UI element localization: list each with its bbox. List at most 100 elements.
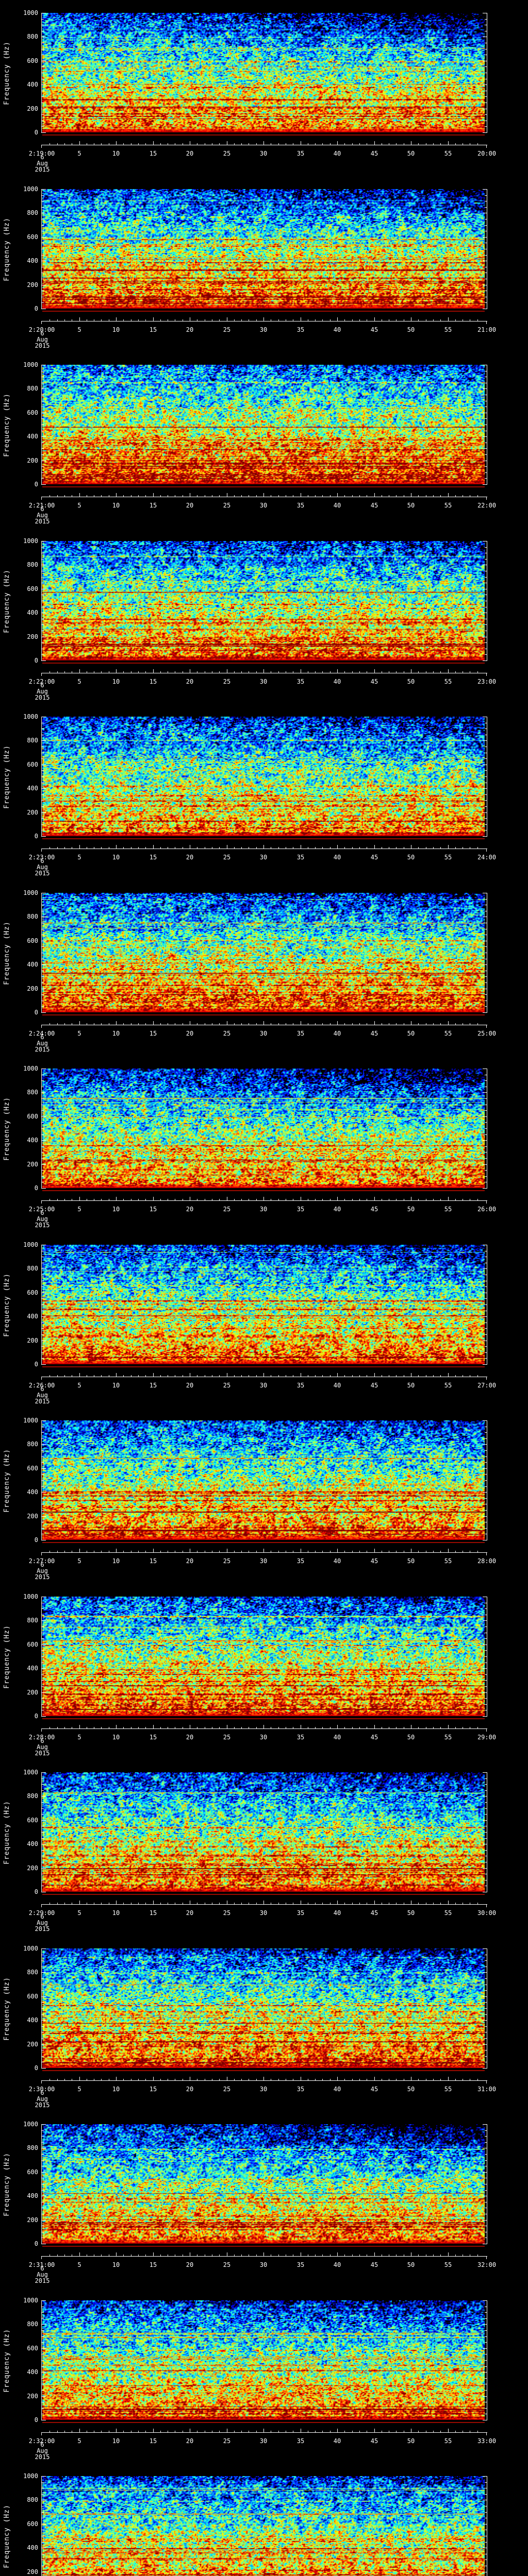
date-label-year: 2015 (35, 2453, 50, 2461)
x-axis-tick (145, 2255, 146, 2256)
x-axis-end-time-label: 21:00 (477, 326, 497, 333)
x-axis-tick-label: 40 (333, 502, 341, 509)
x-axis-tick-label: 55 (444, 1557, 452, 1565)
x-axis-tick (433, 319, 434, 321)
y-axis-tick (42, 132, 46, 133)
y-axis-tick-label: 600 (27, 57, 38, 64)
x-axis-tick-label: 35 (296, 1382, 305, 1389)
x-axis-tick (330, 319, 331, 321)
y-axis-tick-label: 400 (27, 81, 38, 88)
zero-hz-underline (42, 1718, 485, 1719)
x-axis-tick (116, 493, 117, 497)
x-axis-tick (79, 1197, 80, 1200)
x-axis-tick-label: 25 (223, 2086, 231, 2093)
y-axis-tick (483, 1820, 487, 1821)
x-axis-tick (278, 671, 279, 673)
spectrogram-image (42, 893, 485, 1012)
zero-hz-underline (42, 838, 485, 839)
y-axis-tick (485, 1080, 487, 1081)
y-axis-tick (42, 1778, 44, 1779)
x-axis-tick (145, 1199, 146, 1200)
y-axis-tick-label: 200 (27, 281, 38, 289)
x-axis-tick (101, 495, 102, 497)
y-axis-tick (42, 1122, 44, 1123)
x-axis-tick (153, 2077, 154, 2080)
y-axis-tick (485, 1462, 487, 1463)
x-axis-tick (344, 495, 345, 497)
x-axis-tick (263, 1549, 264, 1552)
y-axis-tick (485, 728, 487, 729)
x-axis-tick-label: 10 (112, 678, 120, 685)
y-axis-tick (42, 207, 44, 208)
x-axis-end-time-label: 24:00 (477, 854, 497, 861)
x-axis-tick (101, 1551, 102, 1552)
x-axis-tick (315, 1375, 316, 1377)
y-axis-tick-label: 800 (27, 737, 38, 744)
x-axis-tick (64, 847, 65, 849)
y-axis-tick (485, 2038, 487, 2039)
y-axis-tick-label: 600 (27, 2168, 38, 2176)
y-axis-tick-label: 1000 (23, 1769, 38, 1776)
y-axis-tick-label: 1000 (23, 1417, 38, 1424)
x-axis-tick (330, 1727, 331, 1728)
x-axis-tick-label: 10 (112, 1206, 120, 1213)
x-axis-tick (241, 1551, 242, 1552)
date-label-year: 2015 (35, 1222, 50, 1229)
y-axis-tick (483, 836, 487, 837)
x-axis-end-tick (486, 1201, 487, 1204)
x-axis-tick-label: 40 (333, 1734, 341, 1741)
x-axis-tick (396, 143, 397, 145)
y-axis-tick (42, 1990, 44, 1991)
x-axis-tick (418, 1903, 419, 1904)
x-axis-tick (337, 1021, 338, 1025)
x-axis-tick (219, 1551, 220, 1552)
zero-hz-underline (42, 486, 485, 487)
x-axis-tick (116, 1549, 117, 1552)
x-axis-tick (263, 669, 264, 673)
x-axis-end-time-label: 25:00 (477, 1030, 497, 1037)
x-axis-tick-label: 20 (186, 2086, 194, 2093)
x-axis-end-tick (486, 673, 487, 676)
y-axis-tick (42, 982, 44, 983)
x-axis-tick-label: 20 (186, 1557, 194, 1565)
x-axis-tick-label: 15 (149, 1734, 157, 1741)
x-axis-tick (234, 1023, 235, 1025)
x-axis-tick-label: 25 (223, 2437, 231, 2445)
x-axis-tick (123, 1903, 124, 1904)
x-axis-tick (396, 1023, 397, 1025)
y-axis-tick (485, 1802, 487, 1803)
x-axis-tick (315, 2431, 316, 2432)
y-axis-tick-label: 200 (27, 985, 38, 992)
x-axis-tick (234, 671, 235, 673)
x-axis-tick-label: 5 (77, 502, 81, 509)
y-axis-tick (483, 84, 487, 85)
y-axis-tick (42, 1972, 46, 1973)
x-axis-line (41, 1200, 487, 1201)
x-axis-tick (153, 1021, 154, 1025)
x-axis-tick (219, 2255, 220, 2256)
y-axis-tick (485, 994, 487, 995)
x-axis-tick (477, 319, 478, 321)
x-axis-tick-label: 40 (333, 1557, 341, 1565)
y-axis-tick (42, 1334, 44, 1335)
x-axis-tick (344, 2431, 345, 2432)
y-axis-tick (42, 812, 46, 813)
x-axis-tick-label: 45 (370, 2261, 378, 2268)
y-axis-tick (42, 1698, 44, 1699)
x-axis-tick (145, 1727, 146, 1728)
y-axis-tick (42, 2130, 44, 2131)
y-axis-tick (485, 577, 487, 578)
y-axis-tick (42, 1444, 46, 1445)
x-axis-tick (322, 2079, 323, 2080)
y-axis-tick (42, 1820, 46, 1821)
y-axis-tick-label: 200 (27, 2216, 38, 2224)
y-axis-tick-label: 800 (27, 561, 38, 568)
x-axis-tick-label: 15 (149, 2086, 157, 2093)
x-axis-tick (263, 141, 264, 145)
x-axis-tick-label: 5 (77, 1382, 81, 1389)
x-axis-tick (322, 495, 323, 497)
y-axis-tick-label: 600 (27, 1993, 38, 2000)
x-axis-tick (263, 2429, 264, 2432)
y-axis-tick (485, 1006, 487, 1007)
x-axis-tick (477, 1903, 478, 1904)
